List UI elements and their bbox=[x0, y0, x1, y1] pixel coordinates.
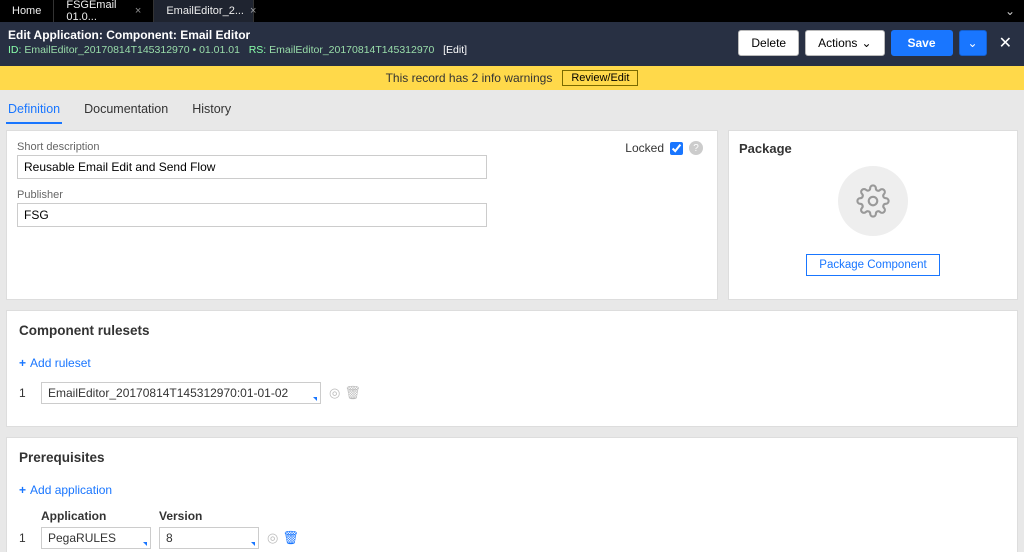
save-button[interactable]: Save bbox=[891, 30, 953, 56]
tab-history[interactable]: History bbox=[190, 96, 233, 124]
section-title: Component rulesets bbox=[19, 323, 1005, 338]
warning-text: This record has 2 info warnings bbox=[386, 71, 553, 85]
id-value: EmailEditor_20170814T145312970 • 01.01.0… bbox=[24, 44, 240, 56]
package-title: Package bbox=[739, 141, 1007, 156]
version-header: Version bbox=[159, 509, 259, 523]
gear-icon bbox=[838, 166, 908, 236]
tab-emaileditor[interactable]: EmailEditor_2...× bbox=[154, 0, 254, 22]
actions-button[interactable]: Actions⌄ bbox=[805, 30, 884, 56]
package-component-button[interactable]: Package Component bbox=[806, 254, 939, 276]
short-desc-input[interactable] bbox=[17, 155, 487, 179]
publisher-input[interactable] bbox=[17, 203, 487, 227]
add-ruleset-link[interactable]: +Add ruleset bbox=[19, 356, 91, 370]
prerequisites-section: Prerequisites +Add application Applicati… bbox=[6, 437, 1018, 552]
add-application-link[interactable]: +Add application bbox=[19, 483, 112, 497]
close-button[interactable]: ✕ bbox=[993, 28, 1018, 58]
section-title: Prerequisites bbox=[19, 450, 1005, 465]
save-dropdown-button[interactable]: ⌄ bbox=[959, 30, 987, 56]
target-icon[interactable]: ◎ bbox=[267, 530, 278, 546]
review-edit-button[interactable]: Review/Edit bbox=[562, 70, 638, 86]
rs-edit-link[interactable]: [Edit] bbox=[443, 44, 467, 56]
row-index: 1 bbox=[19, 531, 33, 545]
id-label: ID: bbox=[8, 44, 21, 56]
tab-documentation[interactable]: Documentation bbox=[82, 96, 170, 124]
trash-icon[interactable]: 🗑 bbox=[282, 530, 299, 546]
application-input[interactable]: PegaRULES bbox=[41, 527, 151, 549]
rs-label: RS: bbox=[249, 44, 267, 56]
locked-checkbox[interactable] bbox=[670, 142, 683, 155]
row-index: 1 bbox=[19, 386, 33, 400]
close-icon[interactable]: × bbox=[135, 5, 141, 17]
application-header: Application bbox=[41, 509, 151, 523]
publisher-label: Publisher bbox=[17, 189, 707, 201]
locked-label: Locked bbox=[625, 141, 664, 155]
close-icon[interactable]: × bbox=[250, 5, 256, 17]
rs-value: EmailEditor_20170814T145312970 bbox=[269, 44, 434, 56]
plus-icon: + bbox=[19, 483, 26, 497]
short-desc-label: Short description bbox=[17, 141, 707, 153]
component-rulesets-section: Component rulesets +Add ruleset 1 EmailE… bbox=[6, 310, 1018, 427]
tab-home[interactable]: Home bbox=[0, 0, 54, 22]
close-icon: ✕ bbox=[999, 33, 1012, 53]
tabs-overflow-button[interactable]: ⌄ bbox=[996, 0, 1024, 22]
plus-icon: + bbox=[19, 356, 26, 370]
tab-fsgemail[interactable]: FSGEmail 01.0...× bbox=[54, 0, 154, 22]
trash-icon[interactable]: 🗑 bbox=[344, 385, 361, 401]
version-input[interactable]: 8 bbox=[159, 527, 259, 549]
definition-card: Short description Publisher Locked ? bbox=[6, 130, 718, 300]
delete-button[interactable]: Delete bbox=[738, 30, 799, 56]
chevron-down-icon: ⌄ bbox=[861, 36, 871, 50]
tab-definition[interactable]: Definition bbox=[6, 96, 62, 124]
chevron-down-icon: ⌄ bbox=[1005, 4, 1015, 18]
chevron-down-icon: ⌄ bbox=[968, 36, 978, 50]
ruleset-input[interactable]: EmailEditor_20170814T145312970:01-01-02 bbox=[41, 382, 321, 404]
target-icon[interactable]: ◎ bbox=[329, 385, 340, 401]
help-icon[interactable]: ? bbox=[689, 141, 703, 155]
package-card: Package Package Component bbox=[728, 130, 1018, 300]
